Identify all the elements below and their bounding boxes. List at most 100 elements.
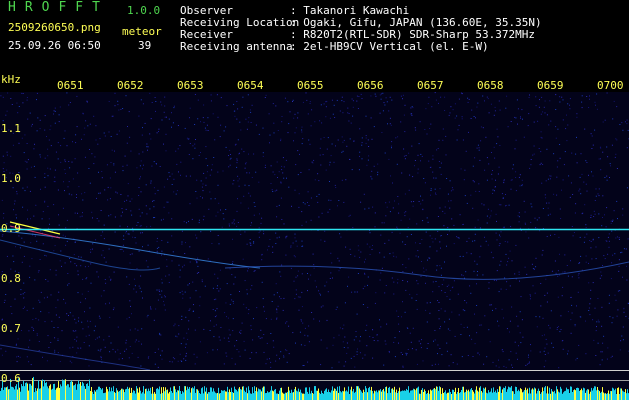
noise-pixel: [361, 98, 363, 99]
noise-pixel: [247, 270, 249, 272]
signal-level-bar: [52, 388, 53, 400]
noise-pixel: [347, 112, 349, 114]
noise-pixel: [200, 152, 201, 153]
signal-level-bar: [249, 390, 250, 400]
noise-pixel: [312, 253, 314, 255]
noise-pixel: [44, 177, 46, 178]
noise-pixel: [425, 282, 426, 284]
signal-level-bar: [124, 392, 125, 400]
noise-pixel: [356, 95, 358, 97]
noise-pixel: [108, 215, 110, 217]
noise-pixel: [233, 219, 235, 221]
noise-pixel: [157, 189, 159, 191]
noise-pixel: [622, 208, 624, 210]
noise-pixel: [0, 95, 2, 97]
noise-pixel: [544, 334, 545, 336]
signal-level-bar: [302, 393, 303, 400]
signal-level-bar: [44, 380, 45, 400]
noise-pixel: [39, 156, 41, 158]
noise-pixel: [276, 237, 278, 239]
noise-pixel: [42, 243, 44, 245]
noise-pixel: [606, 207, 608, 209]
noise-pixel: [601, 275, 603, 277]
noise-pixel: [85, 120, 87, 122]
noise-pixel: [358, 249, 360, 251]
noise-pixel: [430, 190, 432, 191]
noise-pixel: [463, 179, 465, 181]
signal-level-bar: [13, 387, 14, 400]
noise-pixel: [187, 338, 189, 340]
signal-level-bar: [106, 386, 107, 400]
noise-pixel: [604, 119, 606, 121]
noise-pixel: [50, 294, 52, 296]
noise-pixel: [76, 352, 78, 354]
noise-pixel: [460, 334, 462, 335]
noise-pixel: [410, 201, 412, 203]
signal-level-bar: [482, 392, 483, 400]
signal-level-bar: [327, 392, 328, 400]
noise-pixel: [507, 126, 509, 128]
noise-pixel: [267, 249, 268, 251]
noise-pixel: [203, 121, 205, 123]
noise-pixel: [60, 145, 62, 147]
noise-pixel: [321, 122, 323, 124]
noise-pixel: [157, 366, 159, 368]
noise-pixel: [411, 297, 413, 299]
noise-pixel: [364, 261, 365, 263]
noise-pixel: [418, 340, 420, 342]
noise-pixel: [22, 293, 24, 295]
noise-pixel: [16, 343, 17, 345]
noise-pixel: [461, 274, 463, 276]
noise-pixel: [474, 233, 476, 235]
signal-level-bar: [36, 390, 37, 400]
noise-pixel: [188, 138, 190, 140]
noise-pixel: [489, 217, 491, 219]
noise-pixel: [297, 150, 299, 152]
noise-pixel: [555, 126, 557, 128]
noise-pixel: [37, 271, 39, 273]
signal-level-bar: [16, 384, 17, 400]
noise-pixel: [443, 225, 445, 227]
signal-level-bar: [105, 392, 106, 400]
signal-level-bar: [387, 393, 388, 400]
noise-pixel: [250, 329, 252, 331]
noise-pixel: [300, 344, 302, 346]
noise-pixel: [492, 309, 493, 311]
noise-pixel: [607, 236, 609, 238]
signal-level-bar: [139, 387, 140, 400]
signal-level-bar: [253, 393, 254, 400]
noise-pixel: [263, 334, 265, 335]
noise-pixel: [466, 302, 468, 304]
noise-pixel: [189, 246, 191, 248]
noise-pixel: [131, 198, 133, 200]
noise-pixel: [294, 233, 296, 235]
noise-pixel: [532, 285, 534, 287]
noise-pixel: [280, 298, 282, 300]
noise-pixel: [303, 365, 305, 366]
noise-pixel: [557, 296, 559, 298]
noise-pixel: [272, 191, 274, 192]
signal-level-bar: [609, 393, 610, 400]
noise-pixel: [501, 308, 503, 310]
noise-pixel: [226, 316, 227, 318]
noise-pixel: [462, 223, 464, 225]
noise-pixel: [440, 247, 441, 249]
noise-pixel: [547, 207, 549, 209]
noise-pixel: [44, 115, 46, 117]
noise-pixel: [336, 306, 338, 308]
noise-pixel: [82, 212, 83, 214]
noise-pixel: [498, 325, 500, 327]
noise-pixel: [6, 151, 8, 153]
noise-pixel: [352, 106, 354, 108]
signal-level-bar: [416, 388, 417, 400]
noise-pixel: [343, 347, 345, 348]
noise-pixel: [79, 216, 81, 218]
noise-pixel: [27, 159, 29, 161]
noise-pixel: [142, 297, 143, 299]
noise-pixel: [271, 189, 273, 191]
noise-pixel: [159, 334, 161, 336]
noise-pixel: [150, 118, 152, 120]
noise-pixel: [566, 265, 568, 266]
noise-pixel: [535, 316, 537, 318]
signal-level-bar: [59, 388, 60, 400]
